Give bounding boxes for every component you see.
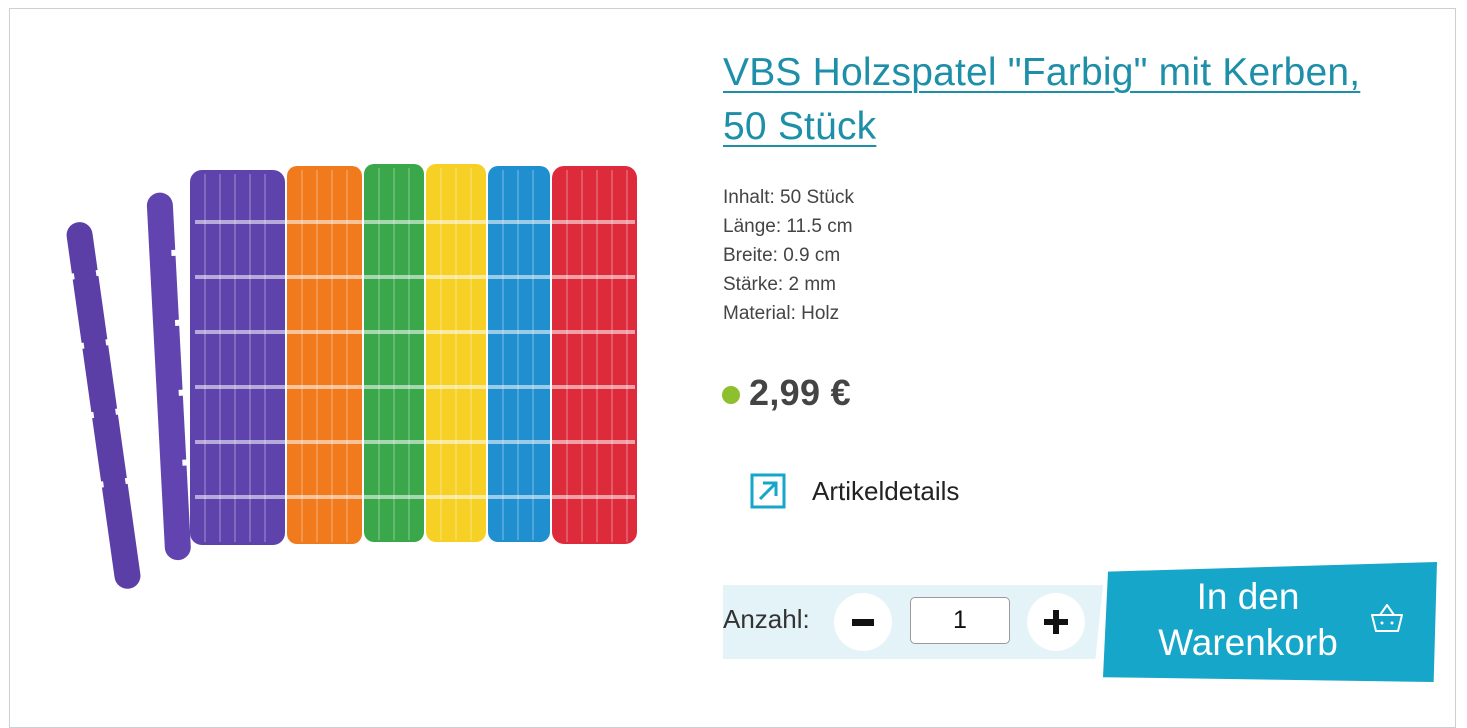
loose-purple-stick-2: [146, 192, 193, 561]
article-details-link[interactable]: Artikeldetails: [750, 473, 959, 509]
spec-thickness: Stärke: 2 mm: [723, 274, 836, 295]
stock-indicator-icon: [722, 386, 740, 404]
spec-width: Breite: 0.9 cm: [723, 245, 841, 266]
quantity-increase-button[interactable]: [1027, 593, 1085, 651]
product-title-link[interactable]: VBS Holzspatel "Farbig" mit Kerben, 50 S…: [723, 46, 1413, 154]
loose-purple-stick-1: [63, 222, 141, 589]
article-details-label: Artikeldetails: [812, 475, 960, 506]
product-specs: Inhalt: 50 Stück Länge: 11.5 cm Breite: …: [723, 183, 854, 328]
spec-length: Länge: 11.5 cm: [723, 216, 853, 237]
price-row: 2,99 €: [722, 372, 851, 414]
add-to-cart-button[interactable]: In den Warenkorb: [1103, 562, 1437, 682]
quantity-input[interactable]: [910, 597, 1010, 644]
quantity-decrease-button[interactable]: [834, 593, 892, 651]
add-to-cart-label-line2: Warenkorb: [1158, 622, 1338, 663]
external-arrow-icon: [750, 473, 786, 509]
price: 2,99 €: [749, 372, 851, 413]
spec-content: Inhalt: 50 Stück: [723, 187, 854, 208]
minus-icon: [852, 618, 874, 626]
basket-icon: [1371, 604, 1403, 632]
quantity-label: Anzahl:: [723, 604, 810, 634]
add-to-cart-label-line1: In den: [1196, 576, 1300, 617]
add-to-cart-label: In den Warenkorb: [1143, 574, 1353, 666]
product-image[interactable]: [55, 160, 655, 590]
stick-bundle: [190, 164, 637, 545]
plus-icon: [1044, 610, 1068, 634]
spec-material: Material: Holz: [723, 303, 840, 324]
